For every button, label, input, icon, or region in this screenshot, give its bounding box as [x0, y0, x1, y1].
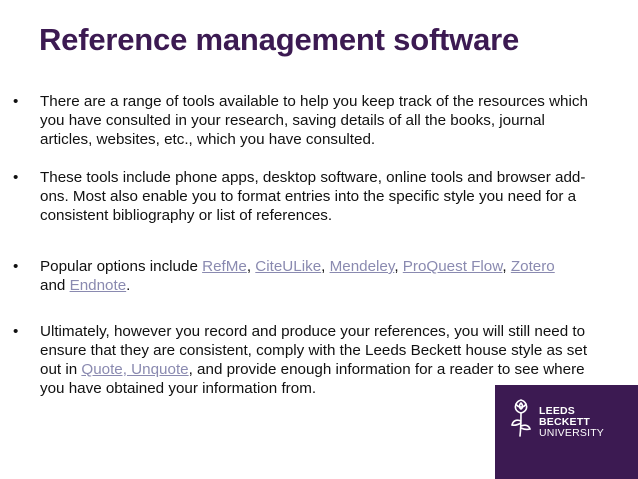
- bullet-item: • There are a range of tools available t…: [13, 92, 588, 149]
- conjunction: and: [40, 277, 70, 294]
- bullet-text: There are a range of tools available to …: [40, 93, 588, 148]
- bullet-marker: •: [13, 258, 19, 275]
- link-refme[interactable]: RefMe: [202, 258, 247, 275]
- slide-title: Reference management software: [39, 22, 520, 57]
- separator: ,: [502, 258, 511, 275]
- bullet-text: Popular options include RefMe, CiteULike…: [40, 258, 555, 294]
- rose-emblem-icon: [511, 399, 532, 437]
- separator: ,: [321, 258, 330, 275]
- separator: ,: [394, 258, 403, 275]
- bullet-item: • These tools include phone apps, deskto…: [13, 168, 588, 225]
- university-name-line3: UNIVERSITY: [539, 427, 605, 439]
- link-quote-unquote[interactable]: Quote, Unquote: [81, 361, 188, 378]
- link-endnote[interactable]: Endnote: [70, 277, 127, 294]
- link-mendeley[interactable]: Mendeley: [330, 258, 395, 275]
- period: .: [126, 277, 131, 294]
- bullet-text-prefix: Popular options include: [40, 258, 203, 275]
- bullet-text: These tools include phone apps, desktop …: [40, 169, 586, 224]
- link-proquest-flow[interactable]: ProQuest Flow: [403, 258, 503, 275]
- link-zotero[interactable]: Zotero: [511, 258, 555, 275]
- bullet-marker: •: [13, 93, 19, 110]
- slide: Reference management software • There ar…: [0, 0, 638, 479]
- link-citeulike[interactable]: CiteULike: [255, 258, 321, 275]
- bullet-marker: •: [13, 169, 19, 186]
- bullet-item: • Popular options include RefMe, CiteULi…: [13, 257, 555, 295]
- university-logo-block: LEEDS BECKETT UNIVERSITY: [495, 385, 638, 479]
- bullet-marker: •: [13, 323, 19, 340]
- university-name: LEEDS BECKETT UNIVERSITY: [539, 406, 604, 439]
